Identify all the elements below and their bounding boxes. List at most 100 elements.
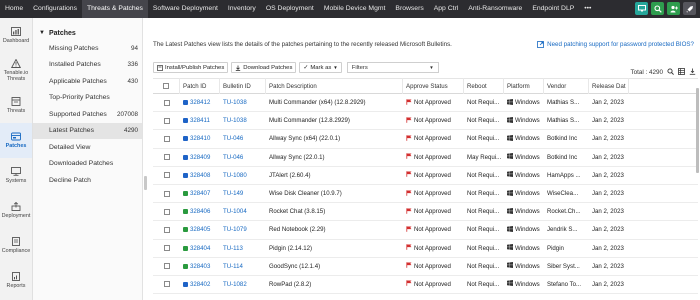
- bulletin-id-link[interactable]: TU-1038: [223, 117, 247, 124]
- bulletin-id-link[interactable]: TU-046: [223, 154, 243, 161]
- rail-item-patches[interactable]: Patches: [0, 123, 32, 158]
- patch-id-cell[interactable]: 328411: [180, 117, 220, 124]
- top-nav-item[interactable]: Browsers: [390, 0, 428, 18]
- row-checkbox[interactable]: [153, 281, 180, 288]
- row-checkbox[interactable]: [153, 172, 180, 179]
- submenu-header[interactable]: ▼ Patches: [33, 26, 142, 40]
- table-row[interactable]: 328403 TU-114 GoodSync (12.1.4) Not Approve…: [153, 258, 698, 276]
- monitor-icon[interactable]: [635, 2, 648, 15]
- patch-id-cell[interactable]: 328409: [180, 154, 220, 161]
- row-checkbox[interactable]: [153, 190, 180, 197]
- bulletin-id-link[interactable]: TU-113: [223, 245, 243, 252]
- submenu-item[interactable]: Installed Patches 336: [33, 57, 142, 74]
- bulletin-id-cell[interactable]: TU-1004: [220, 208, 266, 215]
- bulletin-id-link[interactable]: TU-149: [223, 190, 243, 197]
- top-nav-item[interactable]: •••: [579, 0, 596, 18]
- patch-id-link[interactable]: 328411: [190, 117, 210, 124]
- rail-item-reports[interactable]: Reports: [0, 263, 32, 298]
- table-row[interactable]: 328402 TU-1082 RowPad (2.8.2) Not Approved N…: [153, 276, 698, 295]
- submenu-item[interactable]: Applicable Patches 430: [33, 73, 142, 90]
- bulletin-id-cell[interactable]: TU-046: [220, 135, 266, 142]
- bulletin-id-cell[interactable]: TU-149: [220, 190, 266, 197]
- table-row[interactable]: 328410 TU-046 Allway Sync (x64) (22.0.1) No…: [153, 130, 698, 149]
- table-row[interactable]: 328404 TU-113 Pidgin (2.14.12) Not Approved…: [153, 240, 698, 258]
- submenu-item[interactable]: Top-Priority Patches: [33, 90, 142, 107]
- bulletin-id-cell[interactable]: TU-113: [220, 245, 266, 252]
- rail-item-threats[interactable]: Threats: [0, 88, 32, 123]
- patch-id-link[interactable]: 328409: [190, 154, 210, 161]
- patch-id-cell[interactable]: 328408: [180, 172, 220, 179]
- patch-id-link[interactable]: 328410: [190, 135, 210, 142]
- search-icon[interactable]: [651, 2, 664, 15]
- top-nav-item[interactable]: Endpoint DLP: [527, 0, 579, 18]
- header-description[interactable]: Patch Description: [266, 78, 403, 94]
- table-row[interactable]: 328411 TU-1038 Multi Commander (12.8.2929)…: [153, 112, 698, 131]
- header-release-date[interactable]: Release Dat: [589, 78, 629, 94]
- table-row[interactable]: 328409 TU-046 Allway Sync (22.0.1) Not Appr…: [153, 149, 698, 167]
- bulletin-id-cell[interactable]: TU-046: [220, 154, 266, 161]
- submenu-item[interactable]: Latest Patches 4290: [33, 122, 142, 139]
- header-approve-status[interactable]: Approve Status: [403, 78, 464, 94]
- row-checkbox[interactable]: [153, 154, 180, 161]
- filters-dropdown[interactable]: Filters ▼: [346, 62, 439, 73]
- header-patch-id[interactable]: Patch ID: [180, 78, 220, 94]
- bulletin-id-cell[interactable]: TU-1038: [220, 117, 266, 124]
- table-scrollbar[interactable]: [696, 88, 699, 173]
- row-checkbox[interactable]: [153, 135, 180, 142]
- user-add-icon[interactable]: [667, 2, 680, 15]
- top-nav-item[interactable]: Threats & Patches: [81, 0, 148, 18]
- bulletin-id-link[interactable]: TU-1080: [223, 172, 247, 179]
- rail-item-deployment[interactable]: Deployment: [0, 193, 32, 228]
- patch-id-cell[interactable]: 328403: [180, 263, 220, 270]
- patch-id-link[interactable]: 328408: [190, 172, 210, 179]
- patch-id-cell[interactable]: 328404: [180, 245, 220, 252]
- install-publish-button[interactable]: Install/Publish Patches: [153, 62, 229, 73]
- submenu-item[interactable]: Supported Patches 207008: [33, 106, 142, 123]
- mark-as-dropdown[interactable]: ✓ Mark as ▼: [299, 62, 342, 73]
- top-nav-item[interactable]: Anti-Ransomware: [463, 0, 527, 18]
- top-nav-item[interactable]: Inventory: [223, 0, 261, 18]
- patch-id-link[interactable]: 328402: [190, 281, 210, 288]
- rocket-icon[interactable]: [683, 2, 696, 15]
- bulletin-id-link[interactable]: TU-1079: [223, 226, 247, 233]
- patch-id-cell[interactable]: 328405: [180, 226, 220, 233]
- patch-id-link[interactable]: 328405: [190, 226, 210, 233]
- table-row[interactable]: 328405 TU-1079 Red Notebook (2.29) Not Appr…: [153, 221, 698, 240]
- patch-id-link[interactable]: 328404: [190, 245, 210, 252]
- rail-item-compliance[interactable]: Compliance: [0, 228, 32, 263]
- patch-id-link[interactable]: 328412: [190, 99, 210, 106]
- export-icon[interactable]: [689, 68, 696, 75]
- table-row[interactable]: 328412 TU-1038 Multi Commander (x64) (12.8…: [153, 94, 698, 113]
- submenu-item[interactable]: Downloaded Patches: [33, 156, 142, 173]
- row-checkbox[interactable]: [153, 117, 180, 124]
- rail-item-tenable[interactable]: Tenable.io Threats: [0, 53, 32, 88]
- patch-id-cell[interactable]: 328402: [180, 281, 220, 288]
- row-checkbox[interactable]: [153, 245, 180, 252]
- top-nav-item[interactable]: Mobile Device Mgmt: [319, 0, 391, 18]
- header-reboot[interactable]: Reboot: [464, 78, 504, 94]
- patch-id-cell[interactable]: 328410: [180, 135, 220, 142]
- bulletin-id-link[interactable]: TU-114: [223, 263, 243, 270]
- download-patches-button[interactable]: Download Patches: [231, 62, 297, 73]
- table-row[interactable]: 328407 TU-149 Wise Disk Cleaner (10.9.7) No…: [153, 185, 698, 204]
- row-checkbox[interactable]: [153, 263, 180, 270]
- top-nav-item[interactable]: Home: [0, 0, 28, 18]
- submenu-scrollbar[interactable]: [144, 176, 147, 190]
- bulletin-id-cell[interactable]: TU-114: [220, 263, 266, 270]
- header-bulletin-id[interactable]: Bulletin ID: [220, 78, 266, 94]
- top-nav-item[interactable]: Configurations: [28, 0, 82, 18]
- patch-id-link[interactable]: 328406: [190, 208, 210, 215]
- top-nav-item[interactable]: OS Deployment: [261, 0, 319, 18]
- patch-id-link[interactable]: 328407: [190, 190, 210, 197]
- header-vendor[interactable]: Vendor: [544, 78, 589, 94]
- header-platform[interactable]: Platform: [504, 78, 544, 94]
- top-nav-item[interactable]: App Ctrl: [429, 0, 464, 18]
- patch-id-cell[interactable]: 328412: [180, 99, 220, 106]
- rail-item-systems[interactable]: Systems: [0, 158, 32, 193]
- bulletin-id-cell[interactable]: TU-1080: [220, 172, 266, 179]
- bulletin-id-link[interactable]: TU-1038: [223, 99, 247, 106]
- patch-id-link[interactable]: 328403: [190, 263, 210, 270]
- submenu-item[interactable]: Missing Patches 94: [33, 40, 142, 57]
- submenu-item[interactable]: Decline Patch: [33, 172, 142, 189]
- rail-item-dashboard[interactable]: Dashboard: [0, 18, 32, 53]
